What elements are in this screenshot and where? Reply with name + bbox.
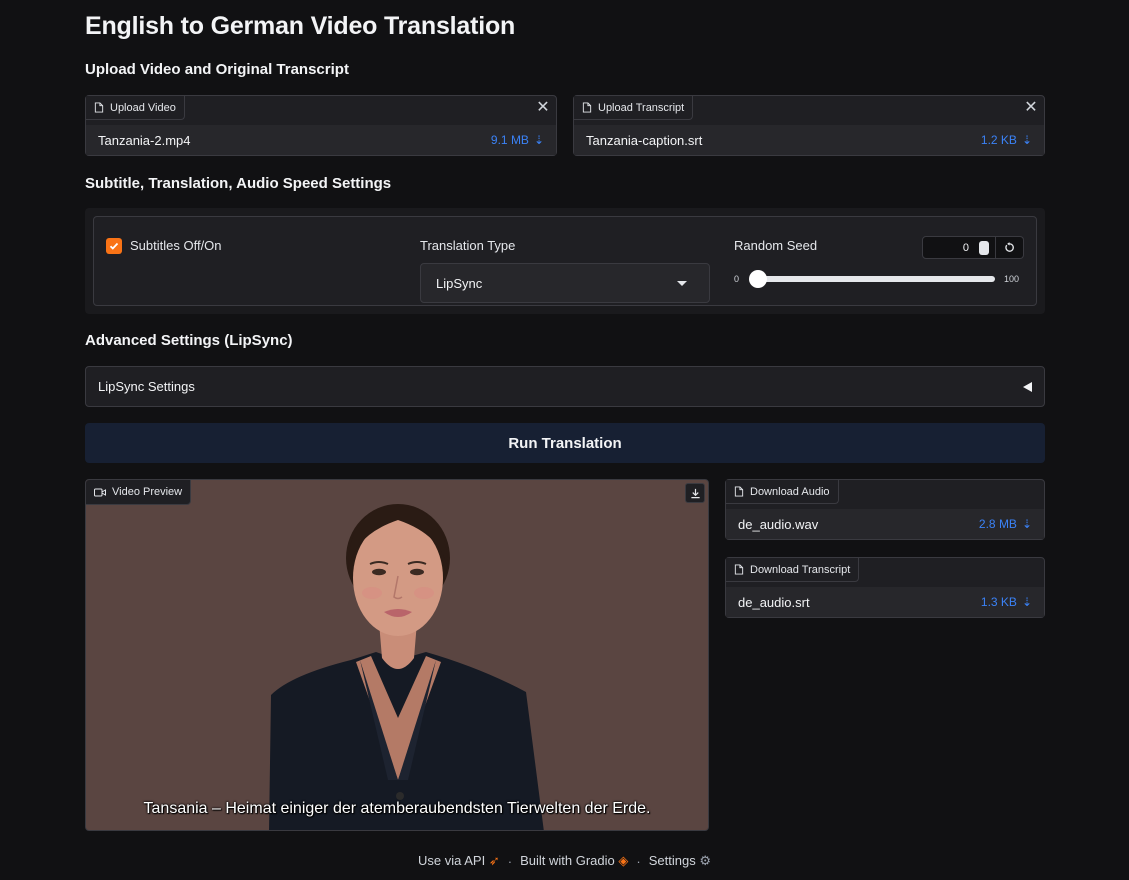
- use-via-api-link[interactable]: Use via API ➶: [418, 853, 500, 869]
- random-seed-label: Random Seed: [734, 238, 818, 253]
- reset-icon: [1005, 242, 1014, 252]
- video-preview-label: Video Preview: [112, 486, 183, 498]
- random-seed-slider-track[interactable]: [752, 276, 995, 282]
- download-arrow-icon: ⇣: [1021, 595, 1032, 609]
- settings-row: Subtitles Off/On Translation Type LipSyn…: [93, 216, 1037, 306]
- download-audio-box: Download Audio de_audio.wav 2.8 MB ⇣: [725, 479, 1045, 540]
- file-icon: [582, 102, 592, 113]
- translation-type-label: Translation Type: [420, 238, 516, 253]
- upload-video-filename: Tanzania-2.mp4: [98, 132, 191, 148]
- translation-type-dropdown[interactable]: LipSync: [420, 263, 710, 303]
- collapse-arrow-icon: [1023, 381, 1032, 392]
- download-audio-tag: Download Audio: [726, 480, 839, 504]
- lipsync-settings-label: LipSync Settings: [98, 379, 195, 394]
- subtitles-label[interactable]: Subtitles Off/On: [130, 238, 222, 253]
- upload-heading: Upload Video and Original Transcript: [85, 61, 349, 78]
- download-transcript-tag-label: Download Transcript: [750, 563, 851, 576]
- download-audio-file-row: de_audio.wav 2.8 MB ⇣: [726, 509, 1044, 539]
- spinner-icon[interactable]: [979, 241, 989, 255]
- file-icon: [734, 564, 744, 575]
- download-icon[interactable]: [685, 483, 705, 503]
- page-title: English to German Video Translation: [85, 12, 516, 40]
- upload-transcript-box[interactable]: Upload Transcript ✕ Tanzania-caption.srt…: [573, 95, 1045, 156]
- download-audio-link[interactable]: 2.8 MB ⇣: [979, 517, 1032, 531]
- slider-min-label: 0: [734, 274, 740, 284]
- video-frame-presenter: [86, 480, 708, 830]
- rocket-icon: ➶: [488, 853, 500, 868]
- upload-transcript-size: 1.2 KB: [980, 133, 1017, 147]
- advanced-heading: Advanced Settings (LipSync): [85, 332, 293, 349]
- random-seed-input[interactable]: 0: [922, 236, 996, 259]
- settings-panel: Subtitles Off/On Translation Type LipSyn…: [85, 208, 1045, 314]
- video-preview-tag: Video Preview: [86, 480, 192, 505]
- video-camera-icon: [94, 488, 106, 496]
- download-transcript-tag: Download Transcript: [726, 558, 860, 582]
- download-transcript-size: 1.3 KB: [980, 595, 1017, 609]
- download-arrow-icon: ⇣: [1021, 133, 1032, 147]
- subtitles-checkbox[interactable]: [106, 238, 122, 254]
- download-transcript-file-row: de_audio.srt 1.3 KB ⇣: [726, 587, 1044, 617]
- translation-type-value: LipSync: [436, 275, 483, 291]
- file-icon: [94, 102, 104, 113]
- footer-separator: ·: [507, 853, 513, 869]
- download-arrow-icon: ⇣: [533, 133, 544, 147]
- upload-video-download-link[interactable]: 9.1 MB ⇣: [491, 133, 544, 147]
- upload-transcript-filename: Tanzania-caption.srt: [586, 132, 703, 148]
- video-preview[interactable]: Video Preview Tansania – Heimat einiger …: [85, 479, 709, 831]
- chevron-down-icon: [677, 280, 687, 286]
- download-transcript-link[interactable]: 1.3 KB ⇣: [981, 595, 1032, 609]
- close-icon[interactable]: ✕: [1022, 98, 1040, 116]
- close-icon[interactable]: ✕: [534, 98, 552, 116]
- settings-link[interactable]: Settings ⚙: [649, 853, 711, 869]
- use-via-api-label: Use via API: [418, 853, 486, 868]
- upload-video-box[interactable]: Upload Video ✕ Tanzania-2.mp4 9.1 MB ⇣: [85, 95, 557, 156]
- upload-transcript-download-link[interactable]: 1.2 KB ⇣: [981, 133, 1032, 147]
- random-seed-value: 0: [962, 241, 969, 254]
- run-translation-button[interactable]: Run Translation: [85, 423, 1045, 463]
- settings-heading: Subtitle, Translation, Audio Speed Setti…: [85, 175, 392, 192]
- footer: Use via API ➶ · Built with Gradio ◈ · Se…: [0, 853, 1129, 869]
- upload-transcript-tag: Upload Transcript: [574, 96, 694, 120]
- video-subtitle: Tansania – Heimat einiger der atemberaub…: [143, 800, 651, 817]
- download-transcript-box: Download Transcript de_audio.srt 1.3 KB …: [725, 557, 1045, 618]
- upload-video-tag-label: Upload Video: [110, 101, 176, 114]
- reset-button[interactable]: [996, 236, 1024, 259]
- gradio-logo-icon: ◈: [618, 853, 629, 868]
- upload-video-tag: Upload Video: [86, 96, 185, 120]
- download-transcript-filename: de_audio.srt: [738, 594, 810, 610]
- upload-transcript-file-row: Tanzania-caption.srt 1.2 KB ⇣: [574, 125, 1044, 155]
- footer-separator: ·: [636, 853, 641, 869]
- download-audio-filename: de_audio.wav: [738, 516, 819, 532]
- file-icon: [734, 486, 744, 497]
- upload-transcript-tag-label: Upload Transcript: [598, 101, 685, 114]
- slider-max-label: 100: [1004, 274, 1020, 284]
- built-with-gradio-label: Built with Gradio: [520, 853, 615, 868]
- upload-video-file-row: Tanzania-2.mp4 9.1 MB ⇣: [86, 125, 556, 155]
- built-with-gradio-link[interactable]: Built with Gradio ◈: [520, 853, 628, 869]
- settings-label: Settings: [648, 853, 696, 868]
- gear-icon: ⚙: [699, 853, 711, 868]
- check-icon: [109, 242, 119, 250]
- download-audio-size: 2.8 MB: [978, 517, 1017, 531]
- random-seed-slider-thumb[interactable]: [749, 270, 767, 288]
- download-audio-tag-label: Download Audio: [750, 485, 830, 498]
- download-arrow-icon: ⇣: [1021, 517, 1032, 531]
- upload-video-size: 9.1 MB: [490, 133, 529, 147]
- lipsync-settings-accordion[interactable]: LipSync Settings: [85, 366, 1045, 407]
